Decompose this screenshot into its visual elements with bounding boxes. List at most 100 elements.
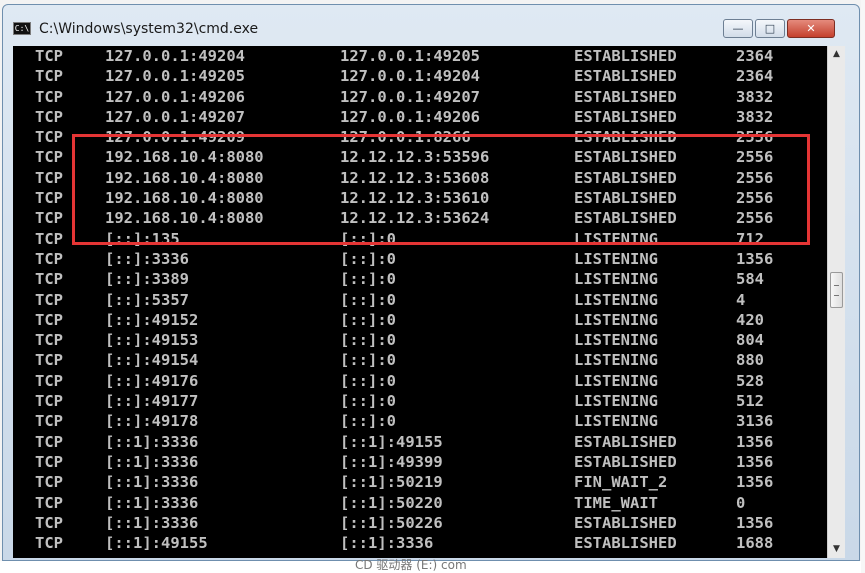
pid-cell: 2364: [736, 67, 774, 86]
state-cell: ESTABLISHED: [574, 87, 677, 106]
state-cell: FIN_WAIT_2: [574, 473, 668, 492]
state-cell: LISTENING: [574, 392, 658, 411]
background-window-text: CD 驱动器 (E:) com: [355, 558, 467, 572]
table-row: TCP [::]:49178 [::]:0 LISTENING 3136: [13, 411, 827, 431]
window-title: C:\Windows\system32\cmd.exe: [39, 21, 259, 37]
local-address-cell: [::1]:49155: [105, 534, 208, 553]
state-cell: ESTABLISHED: [574, 513, 677, 532]
table-row: TCP [::]:49152 [::]:0 LISTENING 420: [13, 310, 827, 330]
table-row: TCP [::]:49153 [::]:0 LISTENING 804: [13, 330, 827, 350]
table-row: TCP [::1]:3336 [::1]:50219 FIN_WAIT_2 1356: [13, 472, 827, 492]
foreign-address-cell: [::]:0: [340, 290, 396, 309]
state-cell: TIME_WAIT: [574, 493, 658, 512]
netstat-table: TCP 127.0.0.1:49204 127.0.0.1:49205 ESTABLI…: [13, 46, 827, 553]
foreign-address-cell: [::]:0: [340, 331, 396, 350]
foreign-address-cell: [::1]:50219: [340, 473, 443, 492]
state-cell: LISTENING: [574, 290, 658, 309]
local-address-cell: 127.0.0.1:49205: [105, 67, 245, 86]
table-row: TCP 127.0.0.1:49207 127.0.0.1:49206 ESTABLI…: [13, 107, 827, 127]
table-row: TCP [::1]:3336 [::1]:49399 ESTABLISHED 1356: [13, 452, 827, 472]
state-cell: LISTENING: [574, 270, 658, 289]
protocol-cell: TCP: [35, 310, 63, 329]
protocol-cell: TCP: [35, 513, 63, 532]
pid-cell: 4: [736, 290, 746, 309]
protocol-cell: TCP: [35, 351, 63, 370]
table-row: TCP [::1]:3336 [::1]:49155 ESTABLISHED 1356: [13, 432, 827, 452]
state-cell: ESTABLISHED: [574, 452, 677, 471]
pid-cell: 584: [736, 270, 764, 289]
foreign-address-cell: 127.0.0.1:49207: [340, 87, 480, 106]
foreign-address-cell: [::]:0: [340, 310, 396, 329]
state-cell: ESTABLISHED: [574, 47, 677, 65]
state-cell: LISTENING: [574, 310, 658, 329]
local-address-cell: [::]:3336: [105, 249, 189, 268]
protocol-cell: TCP: [35, 371, 63, 390]
protocol-cell: TCP: [35, 87, 63, 106]
protocol-cell: TCP: [35, 67, 63, 86]
table-row: TCP 127.0.0.1:49206 127.0.0.1:49207 ESTABLI…: [13, 87, 827, 107]
foreign-address-cell: [::1]:3336: [340, 534, 434, 553]
state-cell: LISTENING: [574, 331, 658, 350]
state-cell: ESTABLISHED: [574, 534, 677, 553]
pid-cell: 420: [736, 310, 764, 329]
table-row: TCP [::1]:3336 [::1]:50226 ESTABLISHED 1356: [13, 513, 827, 533]
foreign-address-cell: [::]:0: [340, 351, 396, 370]
background-edge: [861, 0, 865, 573]
pid-cell: 1356: [736, 452, 774, 471]
vertical-scrollbar[interactable]: ▲ ▼: [827, 46, 845, 558]
protocol-cell: TCP: [35, 392, 63, 411]
maximize-button[interactable]: □: [755, 19, 785, 38]
foreign-address-cell: [::1]:50226: [340, 513, 443, 532]
table-row: TCP [::]:3389 [::]:0 LISTENING 584: [13, 269, 827, 289]
local-address-cell: [::1]:3336: [105, 493, 199, 512]
foreign-address-cell: [::1]:50220: [340, 493, 443, 512]
table-row: TCP [::1]:49155 [::1]:3336 ESTABLISHED 1688: [13, 533, 827, 553]
title-bar[interactable]: C:\ C:\Windows\system32\cmd.exe — □ ✕: [3, 5, 859, 42]
scroll-thumb[interactable]: [830, 272, 843, 308]
table-row: TCP 127.0.0.1:49205 127.0.0.1:49204 ESTABLI…: [13, 66, 827, 86]
table-row: TCP [::]:5357 [::]:0 LISTENING 4: [13, 290, 827, 310]
local-address-cell: [::]:49178: [105, 412, 199, 431]
pid-cell: 1356: [736, 513, 774, 532]
protocol-cell: TCP: [35, 270, 63, 289]
protocol-cell: TCP: [35, 432, 63, 451]
protocol-cell: TCP: [35, 148, 63, 167]
local-address-cell: [::]:49154: [105, 351, 199, 370]
protocol-cell: TCP: [35, 229, 63, 248]
local-address-cell: 127.0.0.1:49207: [105, 107, 245, 126]
protocol-cell: TCP: [35, 47, 63, 65]
local-address-cell: [::]:5357: [105, 290, 189, 309]
close-button[interactable]: ✕: [787, 19, 835, 38]
protocol-cell: TCP: [35, 473, 63, 492]
protocol-cell: TCP: [35, 128, 63, 147]
grip-icon: [834, 285, 839, 296]
pid-cell: 1688: [736, 534, 774, 553]
state-cell: LISTENING: [574, 351, 658, 370]
state-cell: LISTENING: [574, 249, 658, 268]
scroll-up-arrow-icon[interactable]: ▲: [828, 46, 845, 63]
protocol-cell: TCP: [35, 209, 63, 228]
local-address-cell: [::]:49152: [105, 310, 199, 329]
foreign-address-cell: [::]:0: [340, 249, 396, 268]
state-cell: ESTABLISHED: [574, 67, 677, 86]
state-cell: ESTABLISHED: [574, 107, 677, 126]
foreign-address-cell: 127.0.0.1:49205: [340, 47, 480, 65]
protocol-cell: TCP: [35, 493, 63, 512]
console-output[interactable]: TCP 127.0.0.1:49204 127.0.0.1:49205 ESTABLI…: [13, 46, 827, 558]
pid-cell: 1356: [736, 249, 774, 268]
pid-cell: 880: [736, 351, 764, 370]
local-address-cell: [::1]:3336: [105, 432, 199, 451]
state-cell: ESTABLISHED: [574, 432, 677, 451]
local-address-cell: 127.0.0.1:49204: [105, 47, 245, 65]
pid-cell: 1356: [736, 473, 774, 492]
local-address-cell: [::1]:3336: [105, 473, 199, 492]
minimize-button[interactable]: —: [723, 19, 753, 38]
protocol-cell: TCP: [35, 107, 63, 126]
protocol-cell: TCP: [35, 331, 63, 350]
scroll-down-arrow-icon[interactable]: ▼: [828, 541, 845, 558]
protocol-cell: TCP: [35, 412, 63, 431]
pid-cell: 3832: [736, 87, 774, 106]
local-address-cell: [::]:49176: [105, 371, 199, 390]
state-cell: LISTENING: [574, 412, 658, 431]
protocol-cell: TCP: [35, 249, 63, 268]
